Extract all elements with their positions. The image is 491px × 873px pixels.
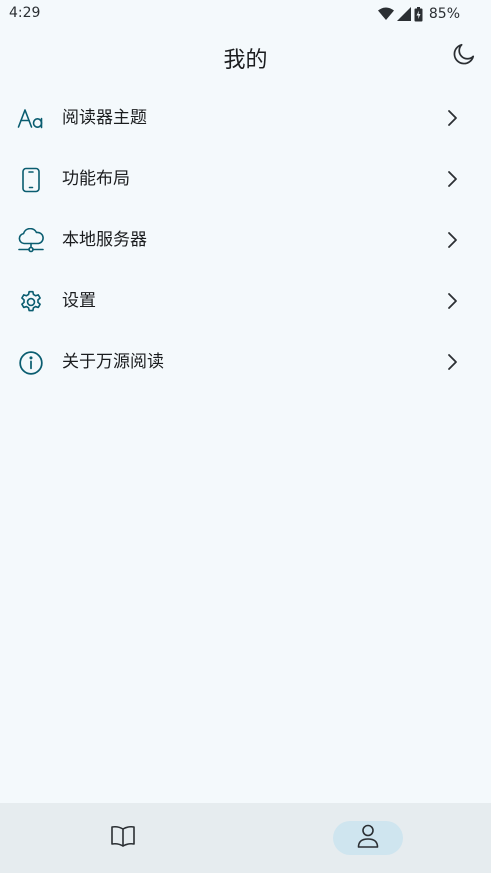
status-time: 4:29: [9, 5, 41, 21]
moon-icon: [451, 41, 477, 71]
menu-item-label: 功能布局: [62, 169, 130, 189]
menu-list: 阅读器主题 功能布局 本地服务器 设置 关于万源阅读: [0, 88, 491, 393]
menu-item-label: 本地服务器: [62, 230, 147, 250]
signal-icon: [396, 7, 411, 21]
chevron-right-icon: [442, 168, 462, 190]
wifi-icon: [377, 7, 394, 21]
book-icon: [110, 824, 136, 852]
status-icons: 85%: [377, 5, 460, 23]
menu-item-settings[interactable]: 设置: [0, 271, 491, 332]
app-bar: 我的: [0, 28, 491, 84]
gear-icon: [17, 288, 45, 316]
battery-percent: 85%: [428, 6, 460, 22]
reader-theme-icon: [17, 105, 45, 133]
menu-item-about[interactable]: 关于万源阅读: [0, 332, 491, 393]
menu-item-label: 关于万源阅读: [62, 352, 164, 372]
chevron-right-icon: [442, 290, 462, 312]
menu-item-label: 阅读器主题: [62, 108, 147, 128]
battery-icon: [414, 6, 423, 22]
bottom-nav: [0, 803, 491, 873]
menu-item-reader-theme[interactable]: 阅读器主题: [0, 88, 491, 149]
chevron-right-icon: [442, 229, 462, 251]
chevron-right-icon: [442, 107, 462, 129]
chevron-right-icon: [442, 351, 462, 373]
person-icon: [356, 823, 380, 853]
cloud-server-icon: [17, 227, 45, 255]
menu-item-local-server[interactable]: 本地服务器: [0, 210, 491, 271]
menu-item-feature-layout[interactable]: 功能布局: [0, 149, 491, 210]
phone-layout-icon: [17, 166, 45, 194]
dark-mode-toggle[interactable]: [449, 41, 479, 71]
nav-bookshelf[interactable]: [88, 821, 158, 855]
menu-item-label: 设置: [62, 291, 96, 311]
status-bar: 4:29 85%: [0, 0, 491, 28]
nav-profile[interactable]: [333, 821, 403, 855]
info-icon: [17, 349, 45, 377]
page-title: 我的: [223, 48, 268, 73]
